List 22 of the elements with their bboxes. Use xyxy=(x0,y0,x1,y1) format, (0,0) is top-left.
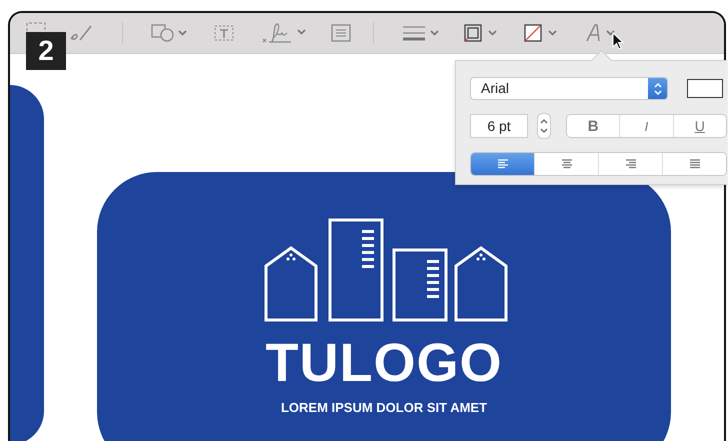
logo-tagline: LOREM IPSUM DOLOR SIT AMET xyxy=(280,400,488,415)
text-box-icon[interactable] xyxy=(213,24,235,42)
shapes-icon[interactable] xyxy=(151,24,189,42)
buildings-logo-icon xyxy=(264,218,508,322)
selection-rect-icon[interactable] xyxy=(26,22,46,31)
step-badge: 2 xyxy=(26,32,66,70)
underline-button[interactable]: U xyxy=(672,115,726,137)
align-justify-icon xyxy=(690,159,700,169)
align-center-icon xyxy=(562,159,572,169)
font-size-field[interactable]: 6 pt xyxy=(470,114,528,138)
up-down-arrows-icon xyxy=(652,82,662,96)
font-dropdown[interactable]: Arial xyxy=(470,77,668,100)
pointer-icon xyxy=(612,32,624,50)
logo-title: TULOGO xyxy=(266,336,502,390)
align-left-button[interactable] xyxy=(471,153,534,175)
align-left-icon xyxy=(498,159,508,169)
stepper-icon[interactable] xyxy=(537,113,551,139)
color-well[interactable] xyxy=(687,79,723,98)
align-right-icon xyxy=(626,159,636,169)
pen-scribble-icon[interactable] xyxy=(68,23,94,43)
note-icon[interactable] xyxy=(331,24,351,42)
align-justify-button[interactable] xyxy=(662,153,726,175)
